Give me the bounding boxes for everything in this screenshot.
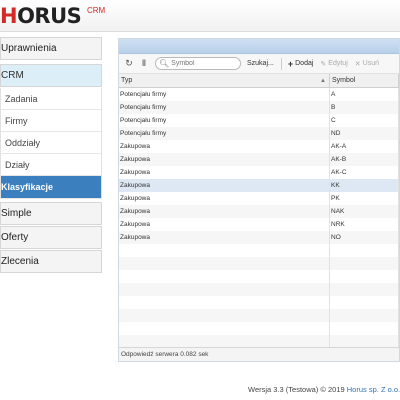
sidebar-item-label: Simple [1, 208, 32, 219]
sidebar-subitem-oddzialy[interactable]: Oddziały [0, 132, 102, 154]
add-button[interactable]: + Dodaj [288, 59, 314, 69]
delete-label: Usuń [362, 60, 379, 67]
panel-header [119, 39, 399, 54]
cell-symbol: AK-C [330, 166, 399, 179]
horus-logo[interactable]: HORUS [0, 4, 82, 28]
table-row[interactable]: Potencjału firmy C [119, 114, 399, 127]
cell-typ: Zakupowa [119, 153, 330, 166]
cell-symbol: KK [330, 179, 399, 192]
sidebar-item-uprawnienia[interactable]: Uprawnienia [0, 37, 102, 60]
sidebar-item-simple[interactable]: Simple [0, 202, 102, 225]
cell-typ: Zakupowa [119, 205, 330, 218]
empty-row [119, 283, 399, 296]
empty-row [119, 244, 399, 257]
sidebar-subitem-firmy[interactable]: Firmy [0, 110, 102, 132]
search-icon: 🔍︎ [159, 59, 170, 68]
sidebar-item-zlecenia[interactable]: Zlecenia [0, 250, 102, 273]
cell-symbol: PK [330, 192, 399, 205]
sidebar-item-label: Działy [5, 159, 30, 170]
table-row[interactable]: Potencjału firmy B [119, 101, 399, 114]
edit-label: Edytuj [328, 60, 348, 67]
cell-symbol: C [330, 114, 399, 127]
table-row[interactable]: Zakupowa KK [119, 179, 399, 192]
page-footer: Wersja 3.3 (Testowa) © 2019 Horus sp. Z … [248, 385, 400, 394]
server-response-time: Odpowiedź serwera 0.082 sek [121, 351, 209, 358]
logo-crm-superscript: CRM [87, 6, 106, 15]
company-link[interactable]: Horus sp. Z o.o. [347, 385, 400, 394]
add-label: Dodaj [295, 60, 314, 67]
sidebar-item-label: Klasyfikacje [1, 182, 54, 192]
table-row[interactable]: Zakupowa AK-A [119, 140, 399, 153]
search-box: 🔍︎ [155, 57, 242, 70]
cell-symbol: NRK [330, 218, 399, 231]
cell-symbol: A [330, 88, 399, 101]
sidebar-subitem-zadania[interactable]: Zadania [0, 88, 102, 110]
cell-symbol: NAK [330, 205, 399, 218]
table-row[interactable]: Potencjału firmy A [119, 88, 399, 101]
sidebar-item-label: Oddziały [5, 137, 41, 148]
sidebar-item-label: CRM [1, 70, 24, 81]
cell-symbol: AK-A [330, 140, 399, 153]
columns-icon[interactable]: Ⅱ [138, 58, 150, 70]
column-header-label: Typ [121, 77, 133, 84]
plus-icon: + [287, 58, 294, 69]
table-row[interactable]: Zakupowa AK-C [119, 166, 399, 179]
column-header-typ[interactable]: Typ ▲ [119, 74, 330, 87]
sidebar-subitem-dzialy[interactable]: Działy [0, 154, 102, 176]
table-row[interactable]: Zakupowa NRK [119, 218, 399, 231]
sidebar-item-label: Firmy [5, 115, 28, 126]
search-input[interactable] [171, 60, 242, 67]
sidebar-item-label: Zadania [5, 93, 38, 104]
empty-row [119, 309, 399, 322]
cell-typ: Potencjału firmy [119, 114, 330, 127]
table-row[interactable]: Zakupowa PK [119, 192, 399, 205]
grid-status-bar: Odpowiedź serwera 0.082 sek [119, 347, 399, 361]
sidebar: Uprawnienia CRM Zadania Firmy Oddziały D… [0, 37, 102, 274]
cell-typ: Zakupowa [119, 231, 330, 244]
cell-typ: Zakupowa [119, 166, 330, 179]
delete-button[interactable]: ✕ Usuń [355, 60, 379, 68]
empty-row [119, 270, 399, 283]
cell-typ: Zakupowa [119, 192, 330, 205]
empty-row [119, 296, 399, 309]
empty-row [119, 257, 399, 270]
cell-typ: Zakupowa [119, 179, 330, 192]
app-header: HORUS CRM [0, 0, 400, 32]
cell-typ: Potencjału firmy [119, 88, 330, 101]
cell-symbol: NO [330, 231, 399, 244]
table-row[interactable]: Zakupowa NO [119, 231, 399, 244]
sidebar-subitem-klasyfikacje[interactable]: Klasyfikacje [0, 176, 102, 199]
search-button[interactable]: Szukaj... [247, 60, 274, 67]
cell-symbol: ND [330, 127, 399, 140]
table-row[interactable]: Potencjału firmy ND [119, 127, 399, 140]
cell-symbol: AK-B [330, 153, 399, 166]
cell-typ: Potencjału firmy [119, 101, 330, 114]
close-icon: ✕ [354, 60, 361, 68]
refresh-icon[interactable]: ↻ [123, 58, 135, 70]
sidebar-item-crm[interactable]: CRM [0, 64, 102, 87]
cell-typ: Potencjału firmy [119, 127, 330, 140]
table-row[interactable]: Zakupowa AK-B [119, 153, 399, 166]
empty-row [119, 322, 399, 335]
grid-header: Typ ▲ Symbol [119, 74, 399, 88]
column-header-label: Symbol [332, 77, 356, 84]
sidebar-item-oferty[interactable]: Oferty [0, 226, 102, 249]
cell-typ: Zakupowa [119, 218, 330, 231]
grid-toolbar: ↻ Ⅱ 🔍︎ Szukaj... +Dodaj ✎Edytuj ✕Usuń [119, 54, 399, 74]
table-row[interactable]: Zakupowa NAK [119, 205, 399, 218]
edit-button[interactable]: ✎ Edytuj [320, 60, 347, 68]
sidebar-item-label: Zlecenia [1, 256, 39, 267]
pencil-icon: ✎ [320, 60, 327, 68]
cell-symbol: B [330, 101, 399, 114]
sort-asc-icon[interactable]: ▲ [320, 78, 326, 84]
sidebar-item-label: Oferty [1, 232, 29, 243]
column-header-symbol[interactable]: Symbol [330, 74, 399, 87]
cell-typ: Zakupowa [119, 140, 330, 153]
sidebar-item-label: Uprawnienia [1, 43, 57, 54]
grid-body: Potencjału firmy A Potencjału firmy B Pote… [119, 88, 399, 348]
version-text: Wersja 3.3 (Testowa) © 2019 [248, 385, 347, 394]
toolbar-separator [280, 57, 282, 70]
classification-panel: ↻ Ⅱ 🔍︎ Szukaj... +Dodaj ✎Edytuj ✕Usuń Ty… [118, 38, 400, 362]
